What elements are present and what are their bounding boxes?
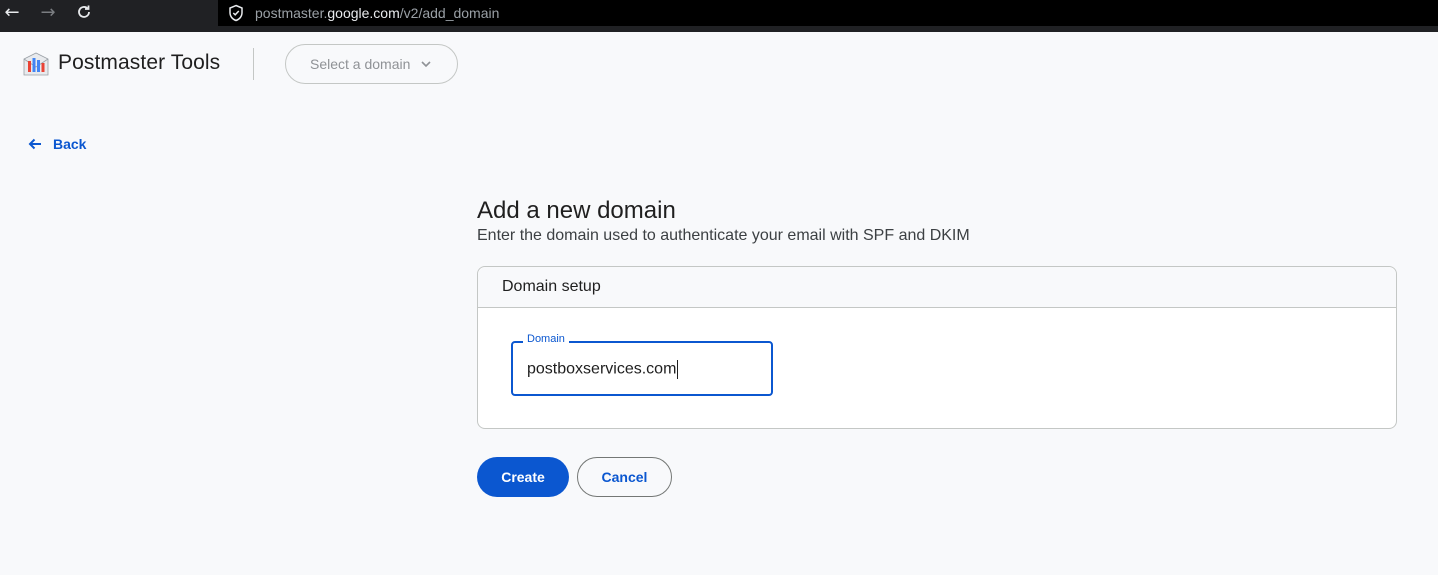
browser-toolbar: ← → postmaster.google.com/v2/add_domain <box>0 0 1438 32</box>
chevron-down-icon <box>421 61 431 68</box>
header-divider <box>253 48 254 80</box>
domain-select-placeholder: Select a domain <box>310 56 411 72</box>
page-subtitle: Enter the domain used to authenticate yo… <box>477 227 970 244</box>
domain-field[interactable]: Domain postboxservices.com <box>511 333 773 396</box>
browser-reload-icon[interactable] <box>72 0 96 24</box>
app-header: Postmaster Tools Select a domain <box>3 32 1438 96</box>
site-info-icon[interactable] <box>227 4 245 22</box>
postmaster-logo-icon <box>23 52 49 76</box>
domain-field-label: Domain <box>523 333 569 345</box>
text-caret <box>677 360 679 379</box>
domain-input[interactable]: postboxservices.com <box>527 360 757 379</box>
create-button[interactable]: Create <box>477 457 569 497</box>
back-label: Back <box>53 136 87 152</box>
domain-select-dropdown[interactable]: Select a domain <box>285 44 458 84</box>
browser-forward-icon[interactable]: → <box>36 0 60 24</box>
app-window: Postmaster Tools Select a domain Back Ad… <box>3 32 1438 575</box>
app-title: Postmaster Tools <box>58 51 221 74</box>
card-title: Domain setup <box>478 267 1396 308</box>
browser-back-icon[interactable]: ← <box>0 0 24 24</box>
url-text: postmaster.google.com/v2/add_domain <box>255 5 500 21</box>
cancel-button[interactable]: Cancel <box>577 457 672 497</box>
page-title: Add a new domain <box>477 197 676 224</box>
arrow-back-icon <box>28 138 41 150</box>
address-bar[interactable]: postmaster.google.com/v2/add_domain <box>218 0 1438 26</box>
back-link[interactable]: Back <box>27 136 86 152</box>
domain-setup-card: Domain setup Domain postboxservices.com <box>477 266 1397 429</box>
